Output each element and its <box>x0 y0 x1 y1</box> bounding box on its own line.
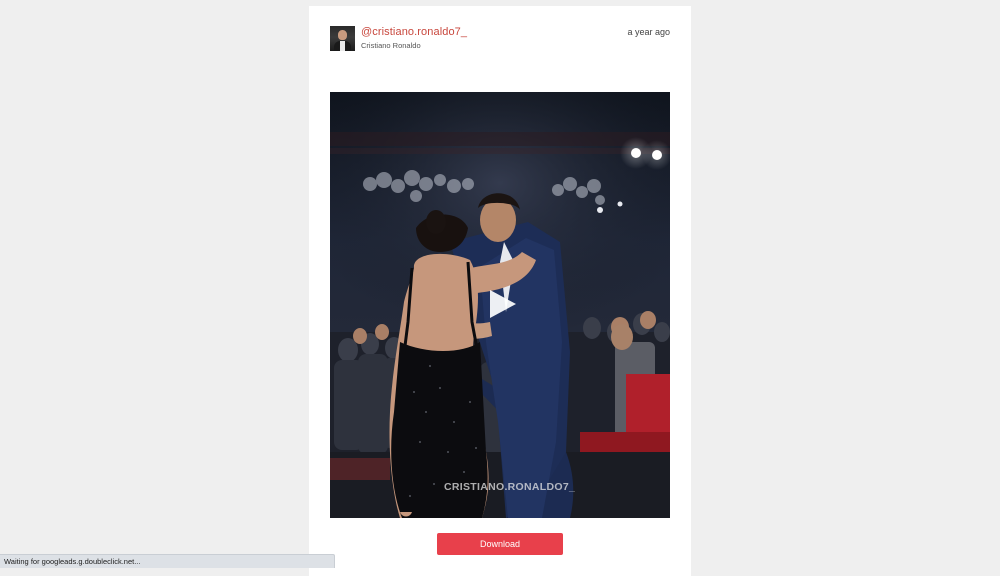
play-button[interactable] <box>486 288 518 320</box>
username-link[interactable]: @cristiano.ronaldo7_ <box>361 26 467 38</box>
avatar-collar <box>340 41 345 51</box>
post-timestamp: a year ago <box>627 27 670 37</box>
video-watermark: CRISTIANO.RONALDO7_ <box>444 481 576 493</box>
browser-status-bar: Waiting for googleads.g.doubleclick.net.… <box>0 554 335 568</box>
post-card: @cristiano.ronaldo7_ Cristiano Ronaldo a… <box>309 6 691 576</box>
video-player[interactable]: CRISTIANO.RONALDO7_ <box>330 92 670 518</box>
avatar-face <box>338 30 347 40</box>
avatar[interactable] <box>330 26 355 51</box>
download-button[interactable]: Download <box>437 533 563 555</box>
full-name: Cristiano Ronaldo <box>361 41 421 50</box>
play-icon <box>490 290 516 318</box>
